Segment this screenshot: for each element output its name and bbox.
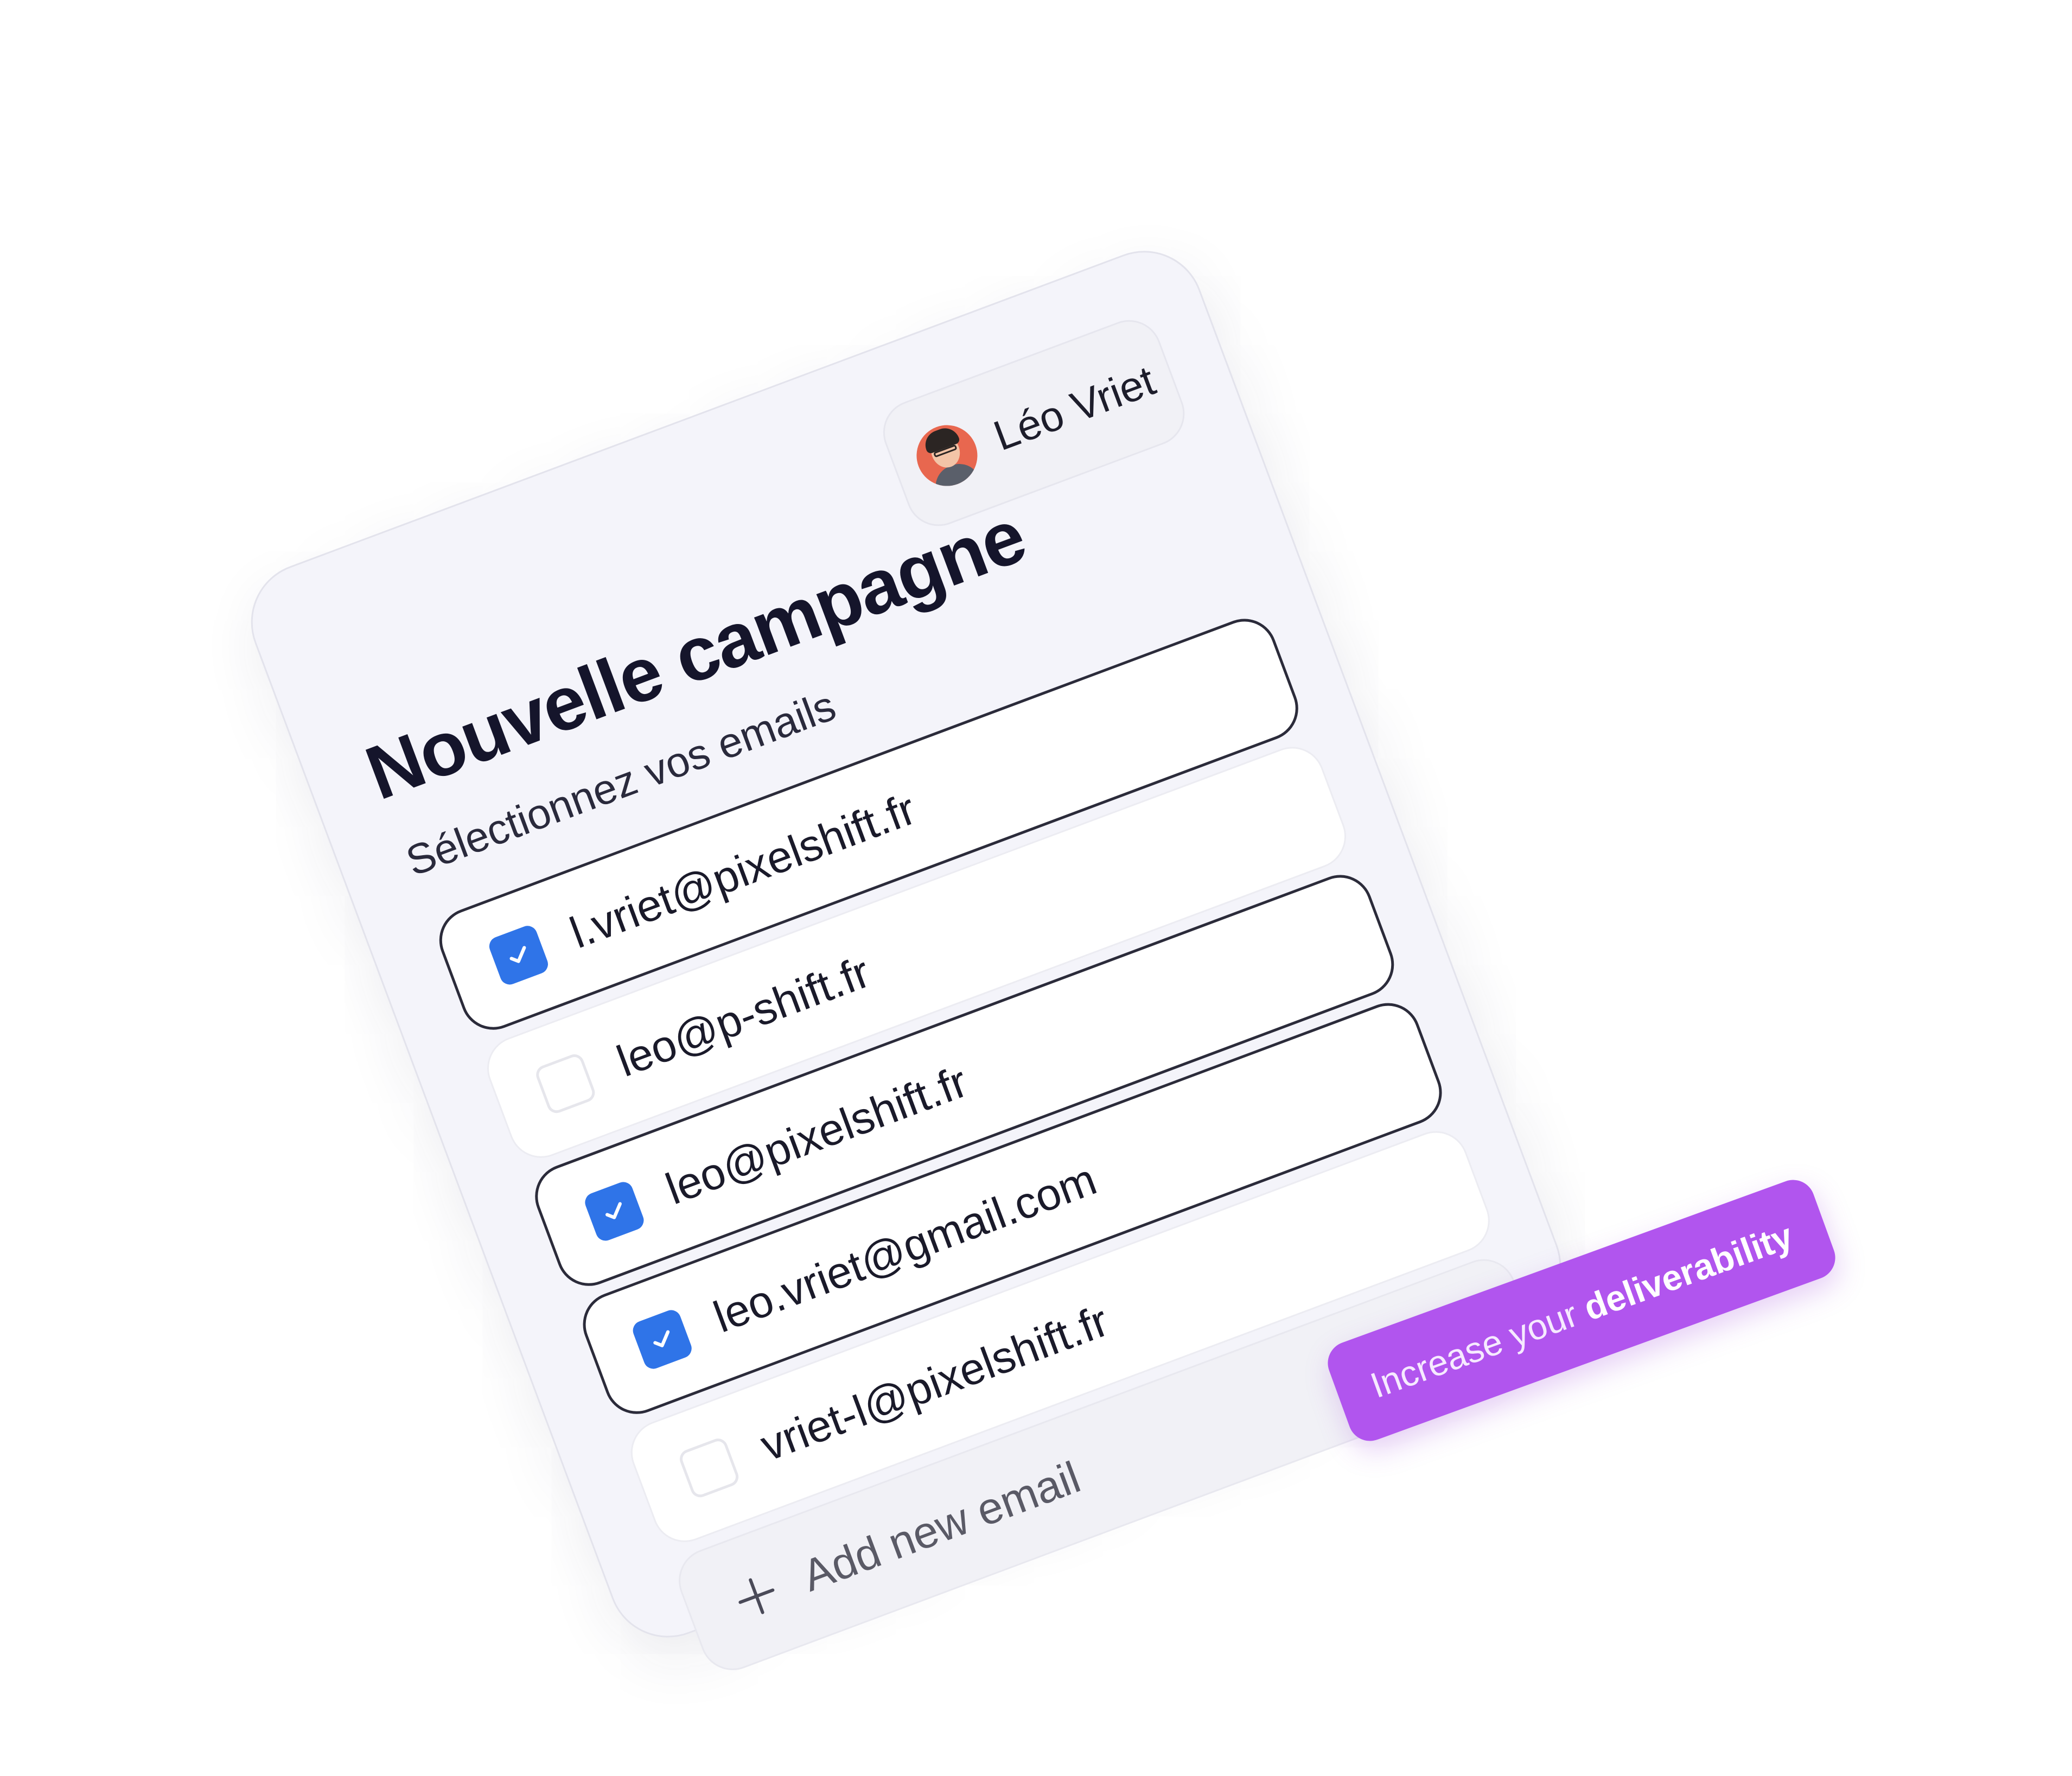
user-chip[interactable]: Léo Vriet: [874, 310, 1194, 536]
email-checkbox[interactable]: [677, 1436, 742, 1500]
check-icon: [653, 1330, 670, 1347]
email-checkbox[interactable]: [533, 1051, 598, 1116]
user-name: Léo Vriet: [987, 355, 1162, 460]
campaign-card: Nouvelle campagne Sélectionnez vos email…: [234, 233, 1578, 1680]
check-icon: [509, 946, 526, 963]
avatar: [908, 416, 986, 495]
badge-emphasis: deliverability: [1578, 1215, 1798, 1328]
check-icon: [605, 1202, 622, 1219]
email-checkbox[interactable]: [486, 923, 551, 988]
email-checkbox[interactable]: [582, 1179, 647, 1244]
email-checkbox[interactable]: [630, 1307, 694, 1372]
plus-icon: [732, 1572, 781, 1621]
stage: Nouvelle campagne Sélectionnez vos email…: [0, 0, 2072, 1776]
